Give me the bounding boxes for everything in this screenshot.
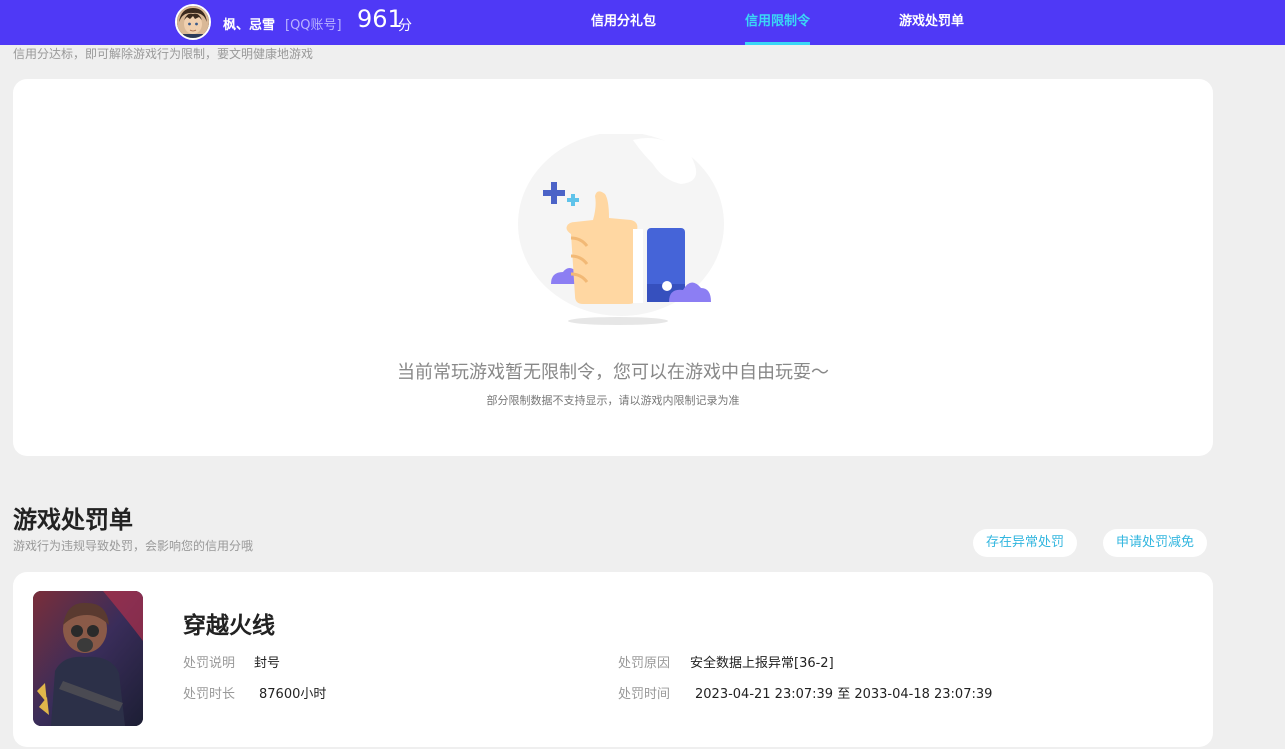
credit-score: 961 [357,5,403,33]
top-nav-bar: 枫、忌雪 [QQ账号] 961 分 信用分礼包 信用限制令 游戏处罚单 [0,0,1285,45]
penalty-explain-value: 封号 [254,656,281,671]
abnormal-penalty-button[interactable]: 存在异常处罚 [973,529,1078,557]
penalty-duration-label: 处罚时长 [183,687,236,702]
penalty-card: 穿越火线 处罚说明 封号 处罚时长 87600小时 处罚原因 安全数据上报异常[… [13,572,1213,747]
account-type-label: [QQ账号] [285,18,342,33]
game-name: 穿越火线 [183,613,275,639]
restriction-description: 信用分达标，即可解除游戏行为限制，要文明健康地游戏 [13,47,314,61]
tab-credit-gift[interactable]: 信用分礼包 [591,0,656,45]
penalty-reason-value: 安全数据上报异常[36-2] [690,656,834,671]
restriction-empty-card: 当前常玩游戏暂无限制令，您可以在游戏中自由玩耍～ 部分限制数据不支持显示，请以游… [13,79,1213,456]
game-cover-image [33,591,143,726]
user-nickname: 枫、忌雪 [223,18,276,33]
credit-score-unit: 分 [398,18,412,34]
penalty-explain-label: 处罚说明 [183,656,236,671]
tab-credit-restriction[interactable]: 信用限制令 [745,0,811,45]
thumbs-up-illustration [513,132,728,329]
penalty-reason-label: 处罚原因 [618,656,671,671]
tab-game-penalty[interactable]: 游戏处罚单 [899,0,964,45]
penalty-duration-value: 87600小时 [259,687,327,702]
penalty-section-title: 游戏处罚单 [13,506,133,534]
apply-reduction-button[interactable]: 申请处罚减免 [1103,529,1208,557]
penalty-time-label: 处罚时间 [618,687,671,702]
empty-state-title: 当前常玩游戏暂无限制令，您可以在游戏中自由玩耍～ [397,362,829,383]
penalty-time-value: 2023-04-21 23:07:39 至 2033-04-18 23:07:3… [695,687,993,702]
empty-state-note: 部分限制数据不支持显示，请以游戏内限制记录为准 [486,394,740,407]
user-avatar[interactable] [175,4,211,40]
penalty-section-description: 游戏行为违规导致处罚，会影响您的信用分哦 [13,539,254,553]
